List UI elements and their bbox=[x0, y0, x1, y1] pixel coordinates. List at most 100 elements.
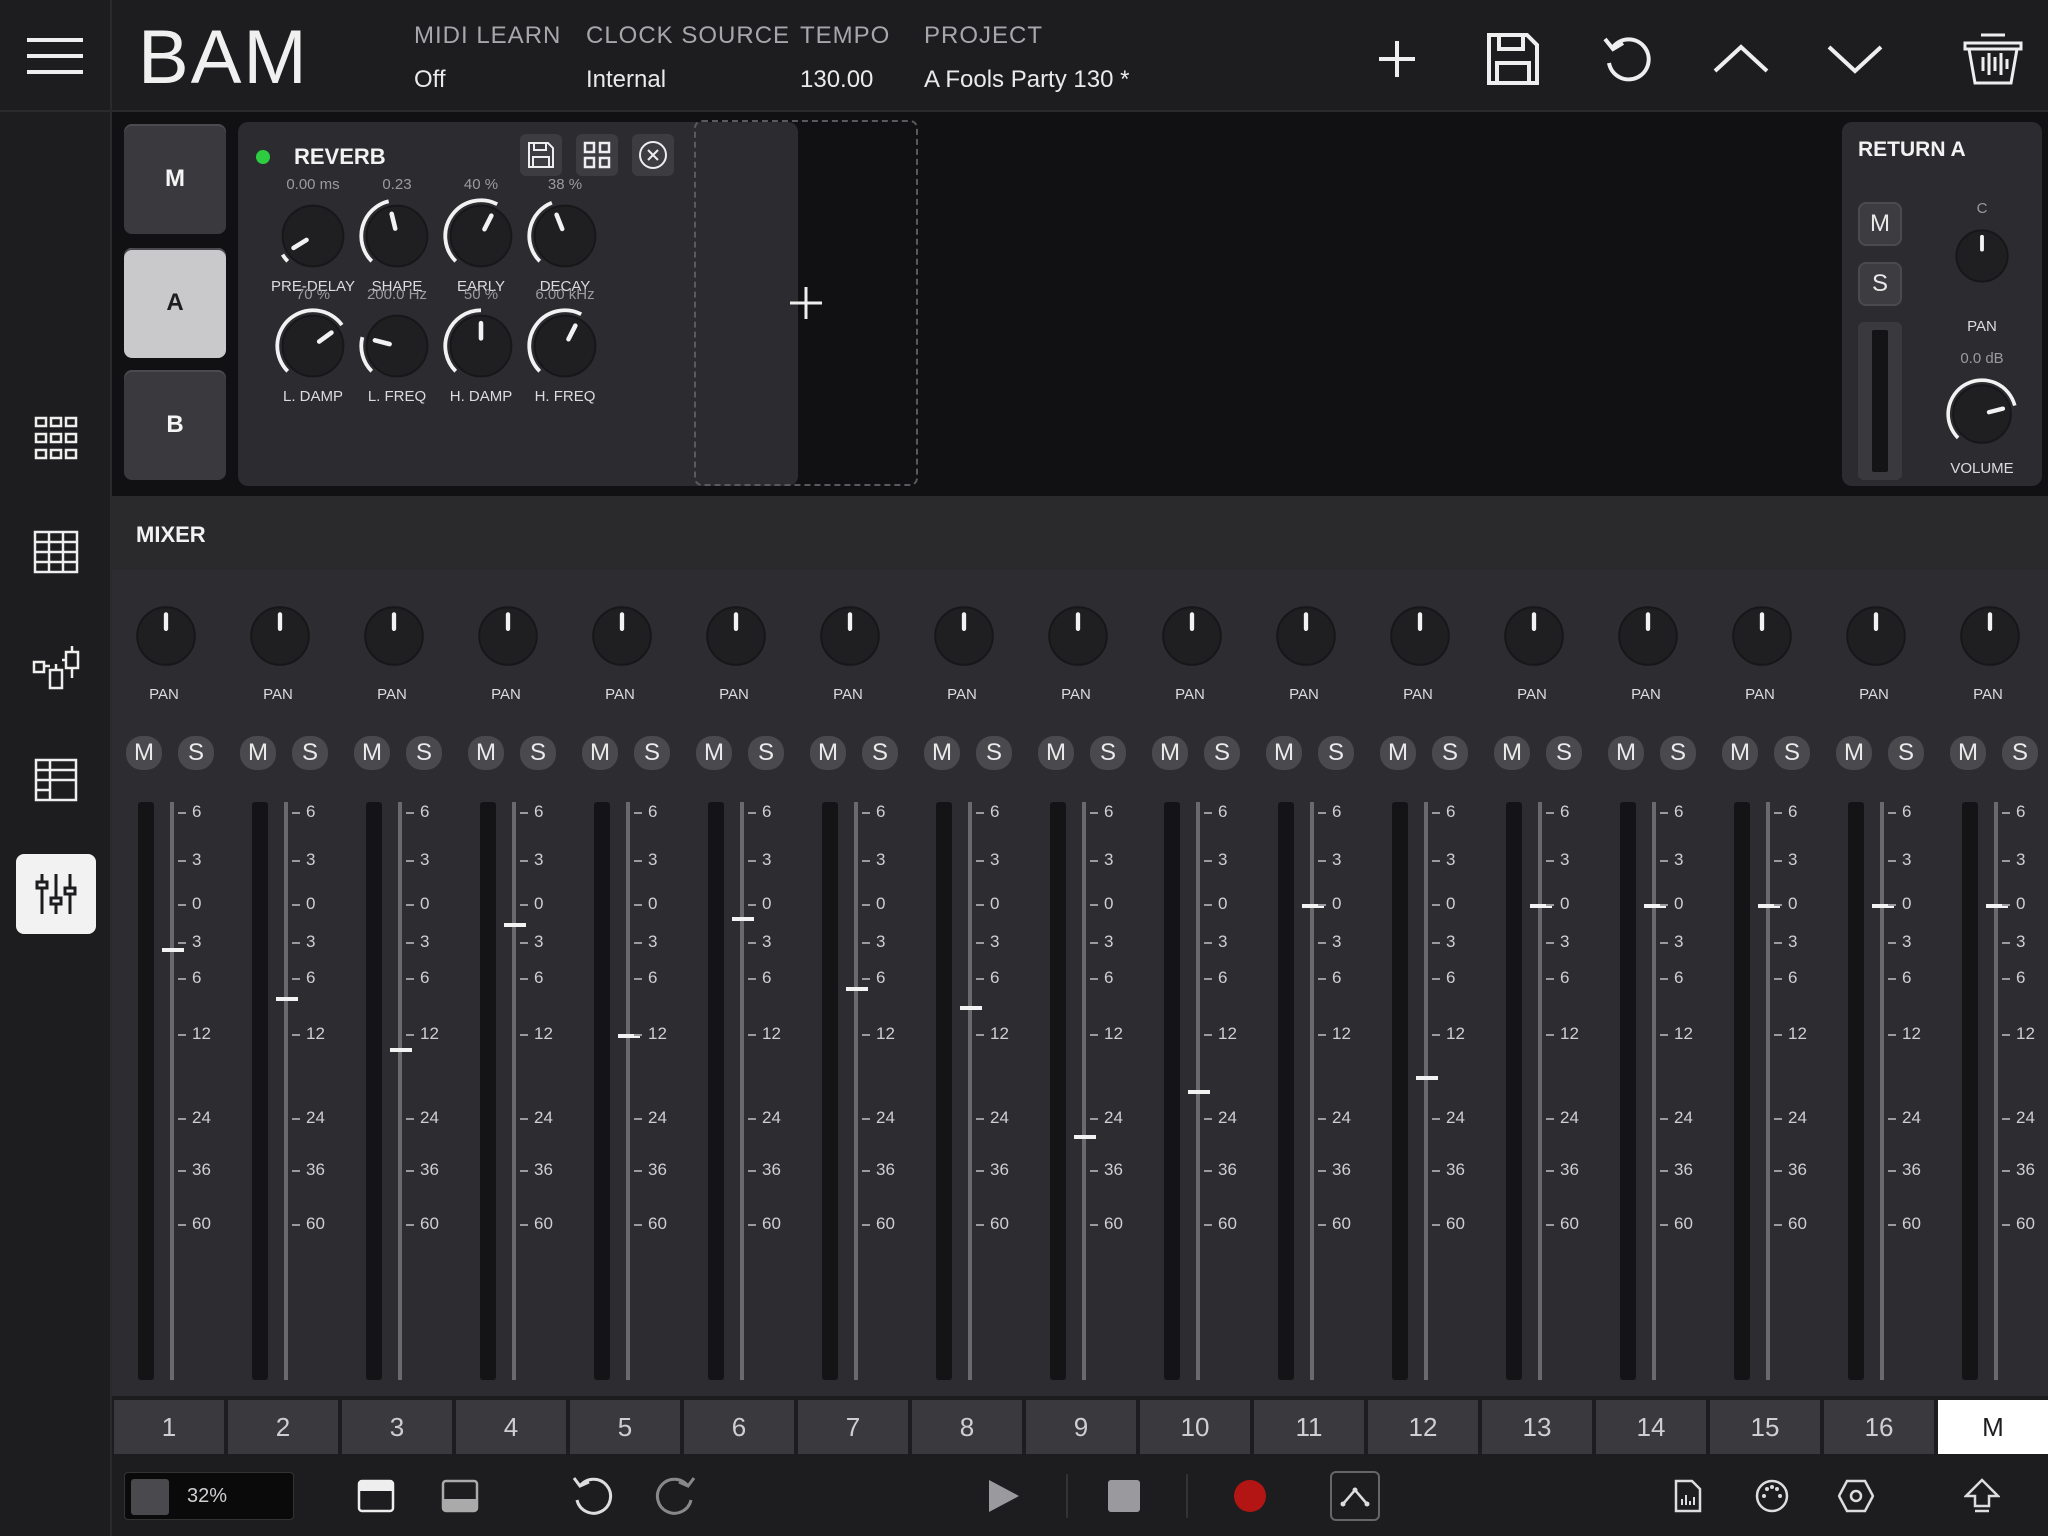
mute-button[interactable]: M bbox=[468, 736, 504, 770]
export-audio-button[interactable] bbox=[1660, 1468, 1716, 1524]
menu-button[interactable] bbox=[0, 0, 112, 112]
device-save-button[interactable] bbox=[520, 134, 562, 176]
clock-source-field[interactable]: CLOCK SOURCE Internal bbox=[586, 22, 790, 94]
track-tab-16[interactable]: 16 bbox=[1824, 1400, 1934, 1454]
mute-button[interactable]: M bbox=[354, 736, 390, 770]
reverb-knob-decay[interactable]: 38 % DECAY bbox=[510, 176, 620, 295]
solo-button[interactable]: S bbox=[1090, 736, 1126, 770]
device-enabled-indicator[interactable] bbox=[256, 150, 270, 164]
chain-b-button[interactable]: B bbox=[124, 370, 226, 480]
pan-knob[interactable] bbox=[472, 600, 544, 672]
pan-knob[interactable] bbox=[814, 600, 886, 672]
solo-button[interactable]: S bbox=[1888, 736, 1924, 770]
fader-track[interactable] bbox=[1652, 802, 1656, 1380]
reverb-knob-h-freq[interactable]: 6.00 kHz H. FREQ bbox=[510, 286, 620, 405]
sidebar-item-arrangement[interactable] bbox=[16, 740, 96, 820]
pan-knob[interactable] bbox=[1270, 600, 1342, 672]
solo-button[interactable]: S bbox=[292, 736, 328, 770]
pan-knob[interactable] bbox=[1498, 600, 1570, 672]
mute-button[interactable]: M bbox=[1950, 736, 1986, 770]
fader-track[interactable] bbox=[1994, 802, 1998, 1380]
return-volume-knob[interactable] bbox=[1946, 378, 2018, 450]
sidebar-item-routing[interactable] bbox=[16, 626, 96, 706]
pan-knob[interactable] bbox=[1384, 600, 1456, 672]
return-pan-knob[interactable] bbox=[1950, 224, 2014, 288]
mute-button[interactable]: M bbox=[1152, 736, 1188, 770]
track-tab-master[interactable]: M bbox=[1938, 1400, 2048, 1454]
solo-button[interactable]: S bbox=[748, 736, 784, 770]
fader-track[interactable] bbox=[626, 802, 630, 1380]
pan-knob[interactable] bbox=[358, 600, 430, 672]
solo-button[interactable]: S bbox=[178, 736, 214, 770]
pan-knob[interactable] bbox=[1612, 600, 1684, 672]
knob-dial[interactable] bbox=[443, 308, 519, 384]
solo-button[interactable]: S bbox=[1204, 736, 1240, 770]
track-tab-9[interactable]: 9 bbox=[1026, 1400, 1136, 1454]
sidebar-item-sequencer[interactable] bbox=[16, 512, 96, 592]
solo-button[interactable]: S bbox=[976, 736, 1012, 770]
return-solo-button[interactable]: S bbox=[1858, 262, 1902, 306]
scroll-up-button[interactable] bbox=[1706, 24, 1776, 94]
mute-button[interactable]: M bbox=[126, 736, 162, 770]
solo-button[interactable]: S bbox=[634, 736, 670, 770]
fader-track[interactable] bbox=[740, 802, 744, 1380]
track-tab-3[interactable]: 3 bbox=[342, 1400, 452, 1454]
midi-settings-button[interactable] bbox=[1744, 1468, 1800, 1524]
mute-button[interactable]: M bbox=[696, 736, 732, 770]
mute-button[interactable]: M bbox=[582, 736, 618, 770]
layout-bottom-button[interactable] bbox=[432, 1468, 488, 1524]
track-tab-15[interactable]: 15 bbox=[1710, 1400, 1820, 1454]
fader-track[interactable] bbox=[968, 802, 972, 1380]
fader-track[interactable] bbox=[170, 802, 174, 1380]
mute-button[interactable]: M bbox=[1038, 736, 1074, 770]
track-tab-1[interactable]: 1 bbox=[114, 1400, 224, 1454]
return-mute-button[interactable]: M bbox=[1858, 202, 1902, 246]
solo-button[interactable]: S bbox=[1660, 736, 1696, 770]
mute-button[interactable]: M bbox=[1494, 736, 1530, 770]
fader-track[interactable] bbox=[1880, 802, 1884, 1380]
fader-track[interactable] bbox=[854, 802, 858, 1380]
play-button[interactable] bbox=[976, 1468, 1032, 1524]
share-button[interactable] bbox=[1954, 1468, 2010, 1524]
pan-knob[interactable] bbox=[700, 600, 772, 672]
pan-knob[interactable] bbox=[1954, 600, 2026, 672]
knob-dial[interactable] bbox=[527, 308, 603, 384]
fader-track[interactable] bbox=[284, 802, 288, 1380]
track-tab-4[interactable]: 4 bbox=[456, 1400, 566, 1454]
record-button[interactable] bbox=[1222, 1468, 1278, 1524]
solo-button[interactable]: S bbox=[1546, 736, 1582, 770]
track-tab-11[interactable]: 11 bbox=[1254, 1400, 1364, 1454]
sidebar-item-mixer[interactable] bbox=[16, 854, 96, 934]
solo-button[interactable]: S bbox=[1774, 736, 1810, 770]
pan-knob[interactable] bbox=[1042, 600, 1114, 672]
fader-track[interactable] bbox=[398, 802, 402, 1380]
pan-knob[interactable] bbox=[586, 600, 658, 672]
pan-knob[interactable] bbox=[1840, 600, 1912, 672]
pan-knob[interactable] bbox=[928, 600, 1000, 672]
track-tab-10[interactable]: 10 bbox=[1140, 1400, 1250, 1454]
scroll-down-button[interactable] bbox=[1820, 24, 1890, 94]
solo-button[interactable]: S bbox=[862, 736, 898, 770]
track-tab-8[interactable]: 8 bbox=[912, 1400, 1022, 1454]
undo-button[interactable] bbox=[1592, 24, 1662, 94]
knob-dial[interactable] bbox=[443, 198, 519, 274]
fader-track[interactable] bbox=[1538, 802, 1542, 1380]
add-button[interactable] bbox=[1362, 24, 1432, 94]
project-field[interactable]: PROJECT A Fools Party 130 * bbox=[924, 22, 1129, 94]
tempo-field[interactable]: TEMPO 130.00 bbox=[800, 22, 890, 94]
stop-button[interactable] bbox=[1096, 1468, 1152, 1524]
pan-knob[interactable] bbox=[130, 600, 202, 672]
track-tab-13[interactable]: 13 bbox=[1482, 1400, 1592, 1454]
mute-button[interactable]: M bbox=[1722, 736, 1758, 770]
midi-learn-field[interactable]: MIDI LEARN Off bbox=[414, 22, 561, 94]
track-tab-14[interactable]: 14 bbox=[1596, 1400, 1706, 1454]
knob-dial[interactable] bbox=[275, 198, 351, 274]
settings-button[interactable] bbox=[1828, 1468, 1884, 1524]
mute-button[interactable]: M bbox=[240, 736, 276, 770]
track-tab-12[interactable]: 12 bbox=[1368, 1400, 1478, 1454]
knob-dial[interactable] bbox=[275, 308, 351, 384]
knob-dial[interactable] bbox=[359, 198, 435, 274]
chain-a-button[interactable]: A bbox=[124, 248, 226, 358]
pan-knob[interactable] bbox=[1156, 600, 1228, 672]
mute-button[interactable]: M bbox=[1836, 736, 1872, 770]
